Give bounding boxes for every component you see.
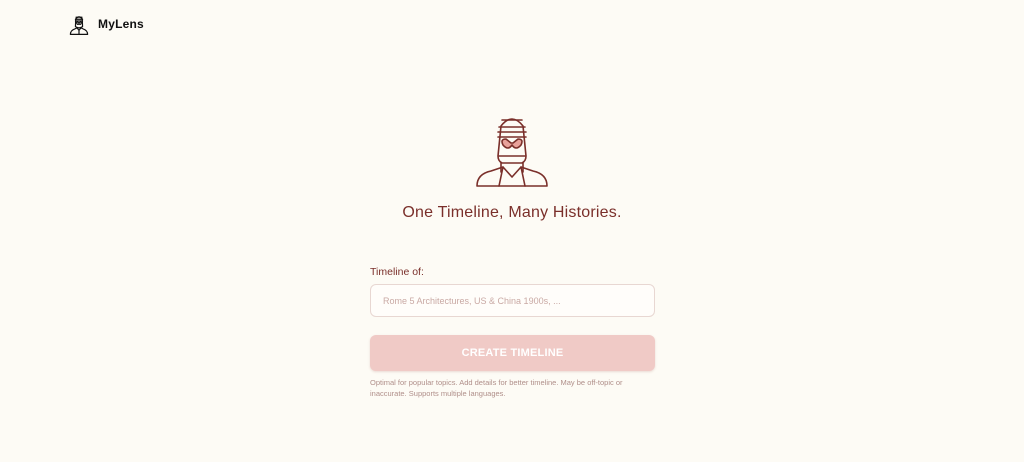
pharaoh-head-icon xyxy=(69,16,89,35)
timeline-field-label: Timeline of: xyxy=(370,266,424,278)
app-name: MyLens xyxy=(98,17,144,31)
brand[interactable]: MyLens xyxy=(67,13,144,35)
timeline-form: Timeline of: CREATE TIMELINE Optimal for… xyxy=(370,266,655,399)
helper-text: Optimal for popular topics. Add details … xyxy=(370,378,623,398)
create-timeline-button[interactable]: CREATE TIMELINE xyxy=(370,335,655,371)
timeline-input[interactable] xyxy=(370,284,655,317)
pharaoh-head-icon xyxy=(476,118,548,187)
hero-pharaoh-icon xyxy=(475,114,549,188)
tagline: One Timeline, Many Histories. xyxy=(402,204,622,221)
